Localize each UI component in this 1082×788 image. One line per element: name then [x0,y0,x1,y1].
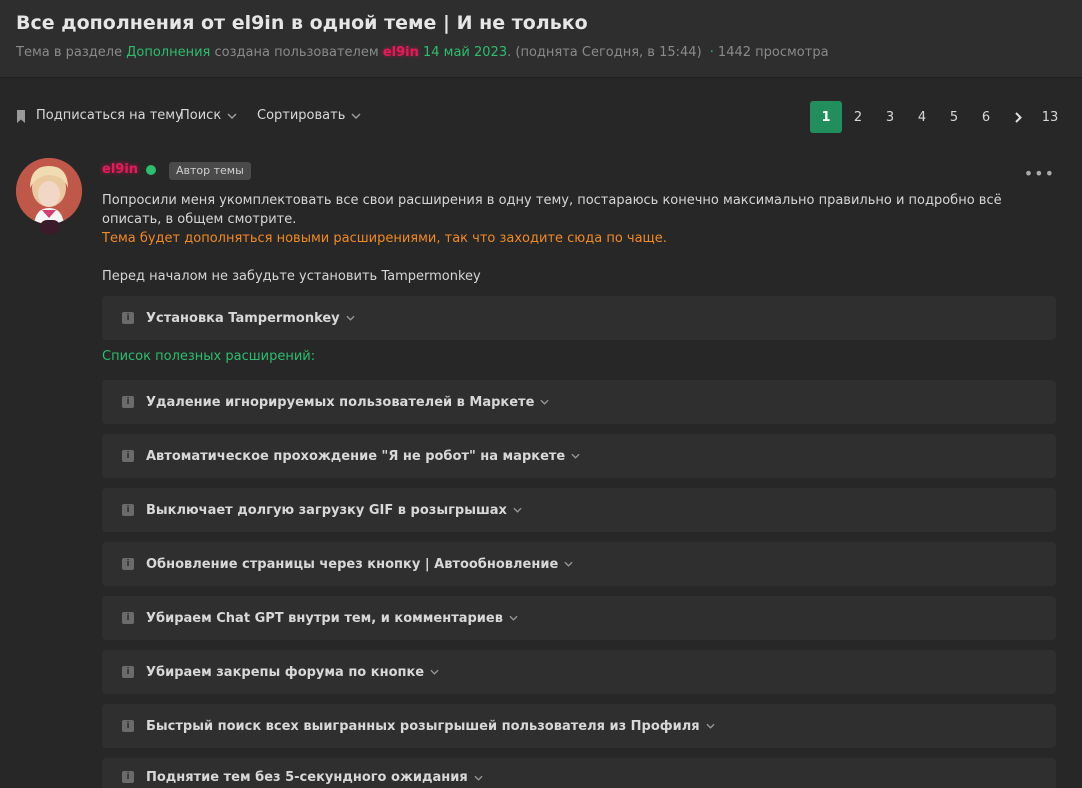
page-4[interactable]: 4 [906,101,938,133]
spoiler-label: Удаление игнорируемых пользователей в Ма… [146,394,535,410]
avatar[interactable] [16,158,82,224]
info-icon: i [122,396,134,408]
author-badge: Автор темы [169,162,251,180]
page-2[interactable]: 2 [842,101,874,133]
spoiler-item[interactable]: i Автоматическое прохождение "Я не робот… [102,434,1056,478]
chevron-down-icon [474,775,483,781]
page-1[interactable]: 1 [810,101,842,133]
meta-created: создана пользователем [214,45,379,60]
info-icon: i [122,720,134,732]
info-icon: i [122,771,134,783]
subscribe-label: Подписаться на тему [36,108,183,123]
info-icon: i [122,312,134,324]
search-dropdown[interactable]: Поиск [180,108,237,123]
thread-title: Все дополнения от el9in в одной теме | И… [16,12,588,34]
spoiler-item[interactable]: i Быстрый поиск всех выигранных розыгрыш… [102,704,1056,748]
avatar-image-icon [16,158,82,224]
list-title: Список полезных расширений: [102,349,316,364]
chevron-down-icon [513,507,522,513]
spoiler-label: Убираем закрепы форума по кнопке [146,664,425,680]
chevron-down-icon [571,453,580,459]
bookmark-icon[interactable] [16,110,26,123]
thread-date[interactable]: 14 май 2023 [423,45,507,60]
spoiler-label: Убираем Chat GPT внутри тем, и комментар… [146,610,503,626]
info-icon: i [122,504,134,516]
spoiler-item[interactable]: i Убираем закрепы форума по кнопке [102,650,1056,694]
raised-text: . (поднята Сегодня, в 15:44) [507,45,702,60]
chevron-down-icon [227,112,237,119]
page-last[interactable]: 13 [1034,101,1066,133]
chevron-down-icon [706,723,715,729]
spoiler-item[interactable]: i Выключает долгую загрузку GIF в розыгр… [102,488,1056,532]
post-paragraph-2: Тема будет дополняться новыми расширения… [102,231,667,246]
section-link[interactable]: Дополнения [126,45,210,60]
info-icon: i [122,612,134,624]
next-page-button[interactable] [1002,101,1034,133]
spoiler-label: Быстрый поиск всех выигранных розыгрышей… [146,718,700,734]
spoiler-label: Автоматическое прохождение "Я не робот" … [146,448,566,464]
info-icon: i [122,450,134,462]
chevron-down-icon [346,315,355,321]
chevron-down-icon [564,561,573,567]
spoiler-label: Установка Tampermonkey [146,310,340,326]
page-3[interactable]: 3 [874,101,906,133]
sort-dropdown[interactable]: Сортировать [257,108,361,123]
meta-prefix: Тема в разделе [16,45,123,60]
post-paragraph-3: Перед началом не забудьте установить Tam… [102,269,481,284]
subscribe-button[interactable]: Подписаться на тему [36,108,183,123]
views-count: 1442 просмотра [717,45,829,60]
spoiler-item[interactable]: i Удаление игнорируемых пользователей в … [102,380,1056,424]
page-6[interactable]: 6 [970,101,1002,133]
chevron-down-icon [540,399,549,405]
post-menu-button[interactable]: ••• [1024,164,1055,183]
sort-label: Сортировать [257,108,346,123]
online-status-icon [146,165,156,175]
post-author[interactable]: el9in [102,162,138,177]
pagination: 1 2 3 4 5 6 13 [810,101,1066,133]
meta-separator: · [709,45,714,60]
info-icon: i [122,558,134,570]
chevron-down-icon [430,669,439,675]
page-5[interactable]: 5 [938,101,970,133]
spoiler-label: Обновление страницы через кнопку | Автоо… [146,556,559,572]
info-icon: i [122,666,134,678]
search-label: Поиск [180,108,222,123]
spoiler-item[interactable]: i Обновление страницы через кнопку | Авт… [102,542,1056,586]
thread-header: Все дополнения от el9in в одной теме | И… [0,0,1082,78]
author-link[interactable]: el9in [383,45,419,60]
spoiler-label: Выключает долгую загрузку GIF в розыгрыш… [146,502,507,518]
spoiler-item[interactable]: i Убираем Chat GPT внутри тем, и коммент… [102,596,1056,640]
chevron-down-icon [351,112,361,119]
spoiler-install[interactable]: i Установка Tampermonkey [102,296,1056,340]
thread-meta: Тема в разделе Дополнения создана пользо… [16,45,829,60]
post-paragraph-1: Попросили меня укомплектовать все свои р… [102,193,1002,227]
spoiler-label: Поднятие тем без 5-секундного ожидания [146,770,468,785]
avatar-badge-icon [40,220,60,234]
chevron-right-icon [1014,111,1022,123]
thread-toolbar: Подписаться на тему Поиск Сортировать 1 … [0,96,1082,138]
spoiler-item[interactable]: i Поднятие тем без 5-секундного ожидания [102,758,1056,788]
chevron-down-icon [509,615,518,621]
